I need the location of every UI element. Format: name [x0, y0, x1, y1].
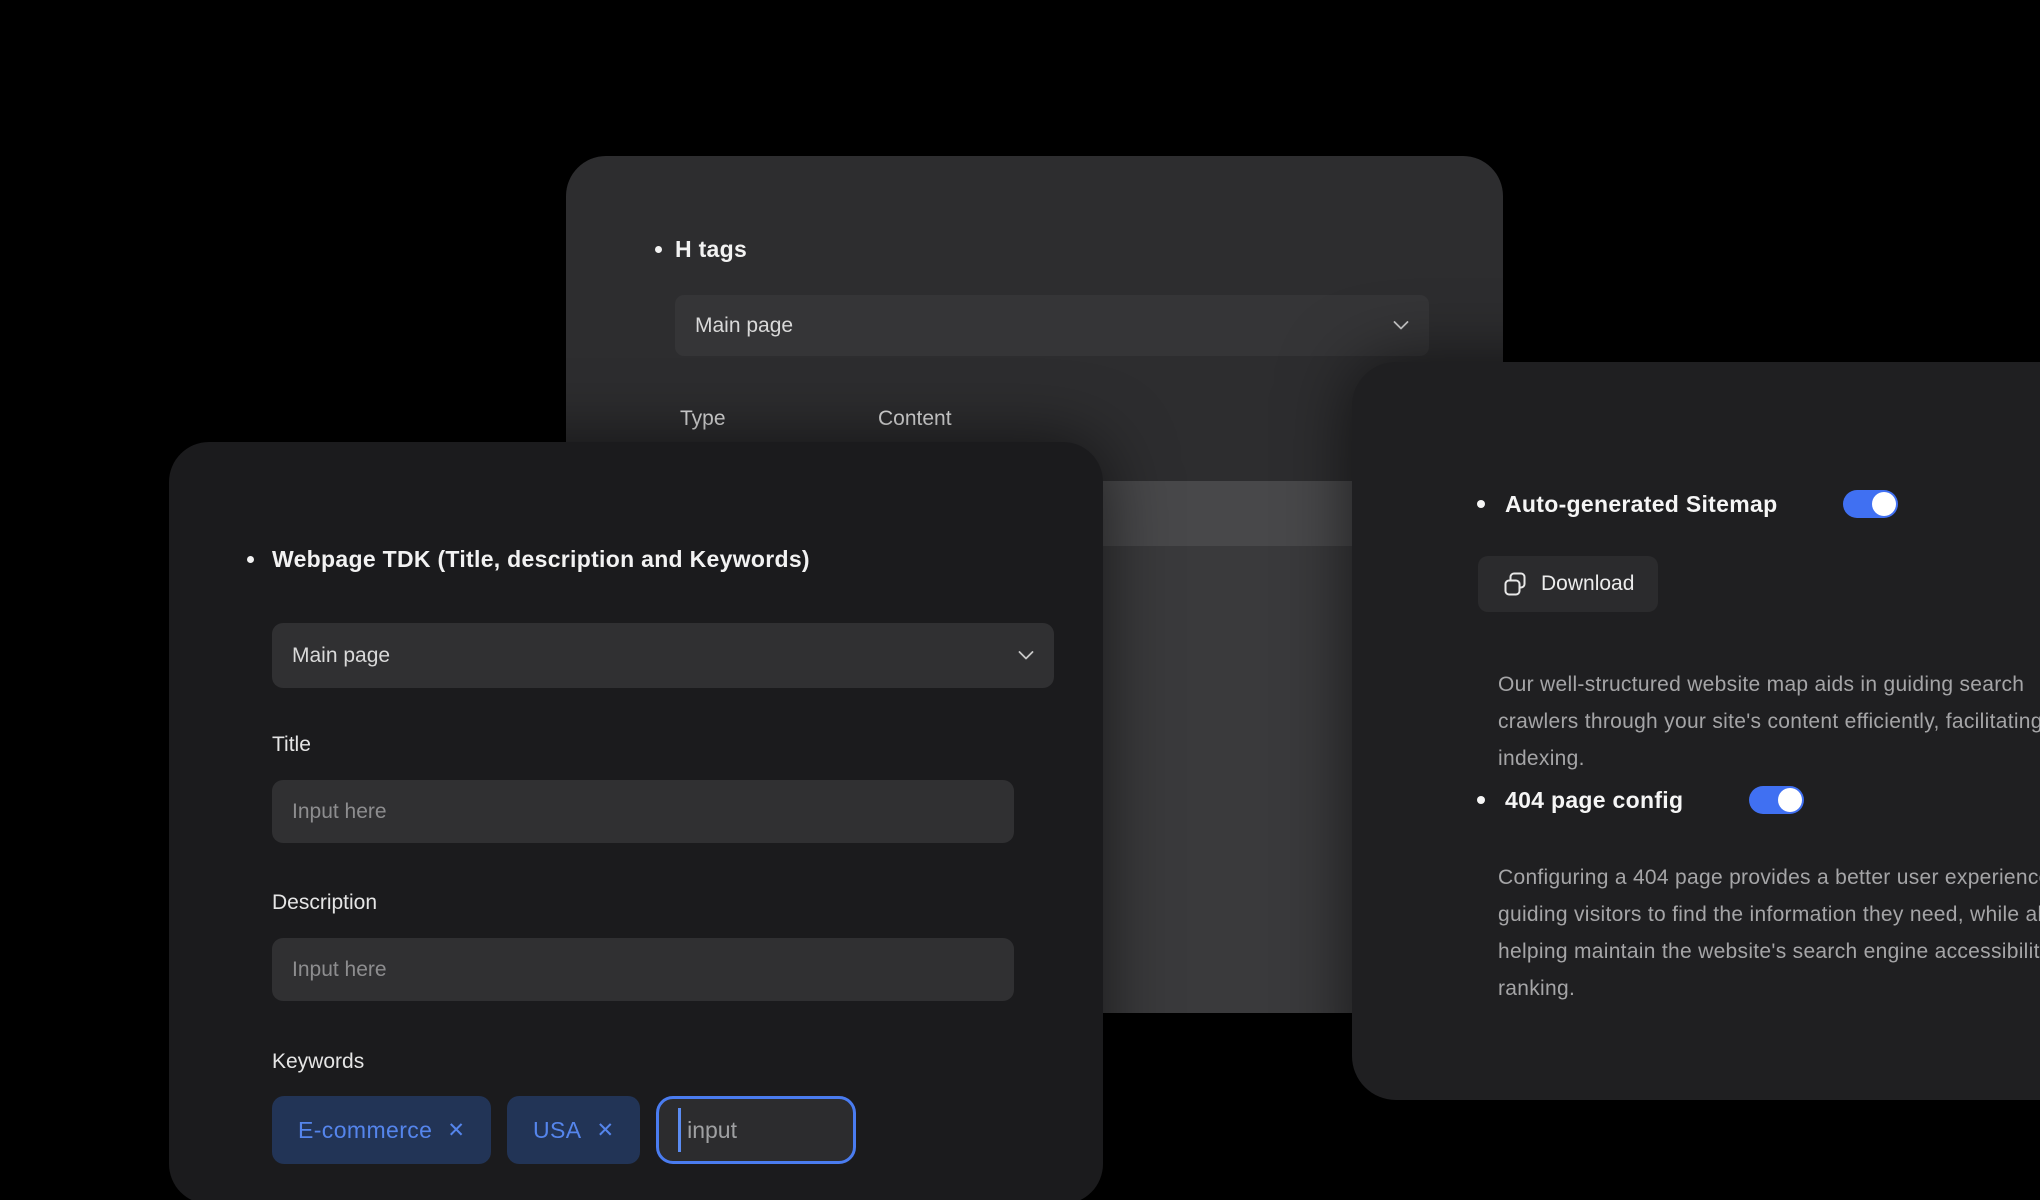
htags-column-header-type: Type — [680, 407, 726, 431]
text-caret — [678, 1108, 681, 1152]
bullet-icon — [1477, 796, 1485, 804]
htags-heading-label: H tags — [675, 236, 747, 263]
new-keyword-value: input — [687, 1117, 737, 1144]
chevron-down-icon — [1393, 321, 1409, 330]
page: H tags Main page Type Content Auto-gener… — [0, 0, 2040, 1200]
toggle-knob — [1872, 492, 1896, 516]
title-input[interactable] — [272, 780, 1014, 843]
tdk-page-dropdown-value: Main page — [292, 644, 390, 668]
keyword-tag-label: USA — [533, 1117, 582, 1144]
bullet-icon — [247, 556, 254, 563]
keywords-chip-row: E-commerce ✕ USA ✕ input — [272, 1096, 856, 1164]
tdk-heading-label: Webpage TDK (Title, description and Keyw… — [272, 546, 810, 573]
sitemap-heading-row: Auto-generated Sitemap — [1477, 489, 1898, 519]
page404-description: Configuring a 404 page provides a better… — [1498, 859, 2040, 1007]
download-button[interactable]: Download — [1478, 556, 1658, 612]
page404-heading-label: 404 page config — [1505, 787, 1683, 814]
chevron-down-icon — [1018, 651, 1034, 660]
bullet-icon — [655, 246, 662, 253]
remove-tag-icon[interactable]: ✕ — [447, 1120, 465, 1141]
bullet-icon — [1477, 500, 1485, 508]
settings-panel: Auto-generated Sitemap Download Our well… — [1352, 362, 2040, 1100]
keyword-tag-usa: USA ✕ — [507, 1096, 640, 1164]
htags-page-dropdown[interactable]: Main page — [675, 295, 1429, 356]
htags-column-header-content: Content — [878, 407, 952, 431]
description-input[interactable] — [272, 938, 1014, 1001]
remove-tag-icon[interactable]: ✕ — [596, 1120, 614, 1141]
title-label: Title — [272, 733, 311, 757]
htags-page-dropdown-value: Main page — [695, 314, 793, 338]
keyword-tag-label: E-commerce — [298, 1117, 432, 1144]
copy-icon — [1502, 571, 1528, 597]
keywords-label: Keywords — [272, 1050, 364, 1074]
tdk-heading: Webpage TDK (Title, description and Keyw… — [247, 546, 810, 573]
toggle-knob — [1778, 788, 1802, 812]
sitemap-heading-label: Auto-generated Sitemap — [1505, 491, 1777, 518]
sitemap-description: Our well-structured website map aids in … — [1498, 666, 2040, 777]
new-keyword-input[interactable]: input — [656, 1096, 856, 1164]
page404-toggle[interactable] — [1749, 786, 1804, 814]
page404-heading-row: 404 page config — [1477, 785, 1804, 815]
tdk-page-dropdown[interactable]: Main page — [272, 623, 1054, 688]
download-button-label: Download — [1541, 572, 1634, 596]
keyword-tag-ecommerce: E-commerce ✕ — [272, 1096, 491, 1164]
sitemap-toggle[interactable] — [1843, 490, 1898, 518]
tdk-panel: Webpage TDK (Title, description and Keyw… — [169, 442, 1103, 1200]
htags-heading: H tags — [655, 236, 747, 263]
description-label: Description — [272, 891, 377, 915]
